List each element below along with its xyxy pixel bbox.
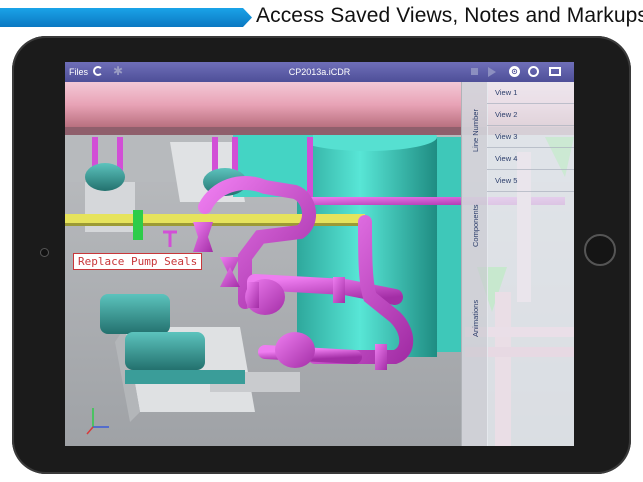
banner-caption: Access Saved Views, Notes and Markups [256, 4, 643, 27]
view-item[interactable]: View 5 [487, 170, 574, 192]
home-button[interactable] [584, 234, 616, 266]
saved-views-icon[interactable]: ⊙ [509, 66, 520, 77]
tab-animations[interactable]: Animations [471, 300, 480, 337]
window-icon[interactable] [549, 67, 561, 76]
camera-icon [40, 248, 49, 257]
side-tab-strip: Line Number Components Animations [461, 82, 488, 446]
app-toolbar: Files ✱ CP2013a.iCDR ⊙ [65, 62, 574, 82]
view-item[interactable]: View 1 [487, 82, 574, 104]
vessel-right [437, 137, 463, 352]
saved-views-list: View 1 View 2 View 3 View 4 View 5 [487, 82, 574, 446]
banner-arrow [0, 8, 252, 27]
file-title: CP2013a.iCDR [288, 67, 351, 77]
tab-components[interactable]: Components [471, 204, 480, 247]
tab-line-number[interactable]: Line Number [471, 109, 480, 152]
app-screen: Files ✱ CP2013a.iCDR ⊙ Line Number Compo… [65, 62, 574, 446]
play-icon[interactable] [488, 67, 496, 77]
markup-note[interactable]: Replace Pump Seals [73, 253, 203, 270]
view-item[interactable]: View 2 [487, 104, 574, 126]
markup-icon[interactable] [528, 66, 539, 77]
view-item[interactable]: View 3 [487, 126, 574, 148]
yellow-pipe-shadow [65, 223, 365, 226]
green-valve [133, 210, 143, 240]
yellow-pipe [65, 214, 365, 223]
stop-icon[interactable] [471, 68, 478, 75]
header-banner: Access Saved Views, Notes and Markups [0, 0, 643, 36]
view-item[interactable]: View 4 [487, 148, 574, 170]
